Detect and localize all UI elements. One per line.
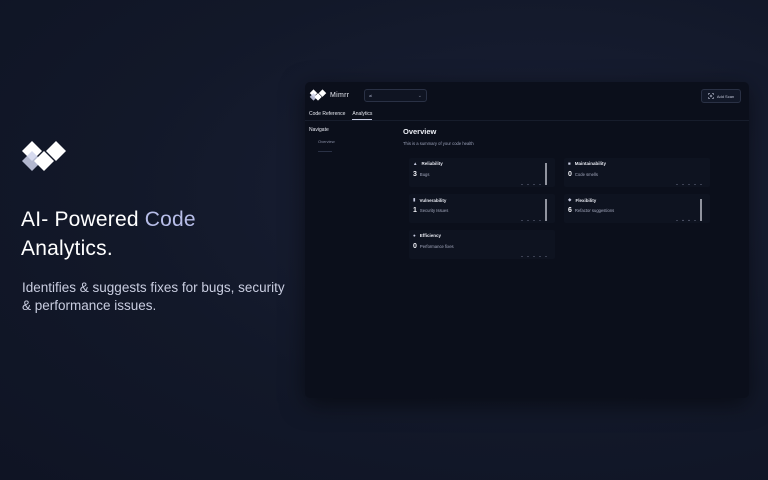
- brand-name: Mimrr: [330, 91, 350, 99]
- card-title: Flexibility: [575, 197, 597, 203]
- card-title: Vulnerability: [419, 197, 447, 203]
- card-header: ● Efficiency: [413, 233, 441, 238]
- scan-icon: [708, 93, 714, 99]
- nav-item-placeholder: [318, 151, 332, 152]
- wrench-icon: ■: [568, 161, 571, 166]
- spark-bar: [527, 184, 529, 185]
- add-scan-button[interactable]: Add Scan: [701, 89, 741, 103]
- spark-bar: [688, 219, 690, 221]
- card-header: ▮ Vulnerability: [413, 197, 446, 203]
- repo-select-value: ai: [369, 93, 373, 98]
- spark-bar: [521, 256, 523, 257]
- card-label: Bugs: [419, 172, 430, 177]
- app-window: Mimrr ai ⌄ Add Scan Code Reference Analy…: [305, 82, 749, 398]
- card-value: 0: [568, 171, 572, 178]
- spark-bar: [533, 256, 535, 257]
- overview-subtitle: This is a summary of your code health: [403, 141, 474, 146]
- spark-bar: [539, 220, 541, 221]
- spark-bar: [676, 184, 678, 185]
- card-label: Refactor suggestions: [574, 208, 615, 213]
- card-label: Performance fixes: [419, 244, 454, 249]
- navigate-title: Navigate: [309, 127, 329, 133]
- spark-bar: [700, 184, 702, 185]
- bug-icon: ▲: [413, 161, 418, 166]
- spark-bar: [676, 220, 678, 221]
- card-label: Security Issues: [419, 208, 449, 213]
- sparkline: [521, 256, 547, 257]
- card-header: ▲ Reliability: [413, 161, 443, 166]
- overview-title: Overview: [403, 127, 437, 136]
- card-value-row: 0 Code smells: [568, 171, 598, 178]
- card-title: Reliability: [421, 161, 443, 166]
- card-value: 0: [413, 243, 417, 250]
- hero-title: AI- Powered Code Analytics.: [21, 205, 291, 263]
- spark-bar: [545, 163, 547, 185]
- hero-title-main: AI- Powered: [21, 208, 145, 231]
- spark-bar: [539, 256, 541, 257]
- reliability-card[interactable]: ▲ Reliability 3 Bugs: [409, 158, 555, 187]
- spark-bar: [700, 199, 702, 221]
- spark-bar: [533, 220, 535, 221]
- spark-bar: [539, 184, 541, 185]
- spark-bar: [545, 199, 547, 221]
- card-value: 3: [413, 171, 417, 178]
- vulnerability-card[interactable]: ▮ Vulnerability 1 Security Issues: [409, 194, 555, 223]
- chevron-down-icon: ⌄: [417, 92, 422, 99]
- card-value-row: 1 Security Issues: [413, 207, 448, 214]
- spark-bar: [521, 184, 523, 185]
- spark-bar: [527, 256, 529, 257]
- flexibility-card[interactable]: ◆ Flexibility 6 Refactor suggestions: [564, 194, 710, 223]
- hero-title-end: Analytics.: [21, 237, 113, 260]
- card-value: 1: [413, 207, 417, 214]
- spark-bar: [545, 256, 547, 257]
- brand[interactable]: Mimrr: [309, 89, 349, 101]
- tab-analytics[interactable]: Analytics: [352, 111, 373, 120]
- card-value-row: 0 Performance fixes: [413, 243, 454, 250]
- card-value: 6: [568, 207, 572, 214]
- spark-bar: [688, 184, 690, 185]
- card-value-row: 3 Bugs: [413, 171, 429, 178]
- card-label: Code smells: [574, 172, 598, 177]
- hero-title-accent: Code: [144, 208, 196, 231]
- add-scan-label: Add Scan: [716, 93, 735, 99]
- spark-bar: [694, 184, 696, 185]
- lock-icon: ▮: [413, 197, 416, 202]
- sparkline: [676, 184, 702, 185]
- card-title: Maintainability: [574, 161, 606, 166]
- card-value-row: 6 Refactor suggestions: [568, 207, 614, 214]
- card-title: Efficiency: [419, 233, 441, 238]
- spark-bar: [533, 184, 535, 185]
- spark-bar: [521, 220, 523, 221]
- brand-logo-icon: [309, 89, 327, 101]
- tab-code-reference[interactable]: Code Reference: [309, 111, 345, 120]
- mimrr-logo-icon: [22, 141, 66, 171]
- maintainability-card[interactable]: ■ Maintainability 0 Code smells: [564, 158, 710, 187]
- spark-bar: [694, 220, 696, 221]
- hero-description: Identifies & suggests fixes for bugs, se…: [22, 280, 285, 313]
- spark-bar: [527, 220, 529, 221]
- card-header: ◆ Flexibility: [568, 197, 596, 203]
- tab-bar: Code Reference Analytics: [309, 111, 373, 120]
- repo-select[interactable]: ai ⌄: [364, 89, 427, 102]
- card-header: ■ Maintainability: [568, 161, 606, 166]
- spark-bar: [682, 184, 684, 185]
- tabs-divider: [305, 120, 749, 121]
- sparkline: [521, 199, 547, 221]
- sparkline: [676, 199, 702, 221]
- puzzle-icon: ◆: [568, 197, 572, 202]
- spark-bar: [682, 219, 684, 221]
- sparkline: [521, 163, 547, 185]
- gauge-icon: ●: [413, 233, 416, 238]
- nav-item-overview[interactable]: Overview: [318, 139, 335, 144]
- efficiency-card[interactable]: ● Efficiency 0 Performance fixes: [409, 230, 555, 259]
